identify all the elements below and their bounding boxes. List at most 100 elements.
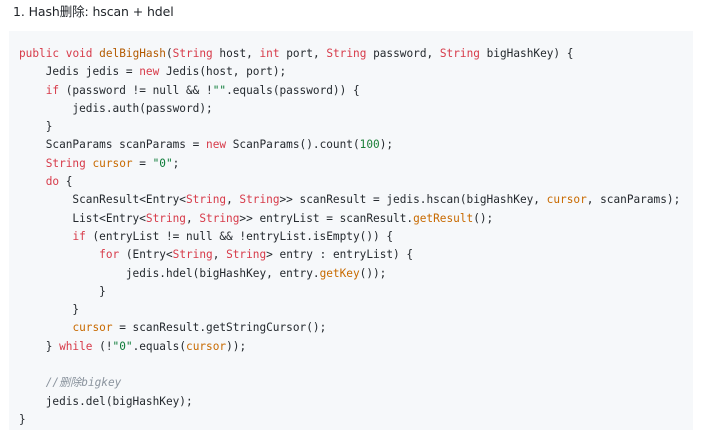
code-line: if (password != null && !"".equals(passw…: [19, 82, 680, 100]
code-text: .equals(: [132, 339, 187, 353]
code-text: }: [19, 303, 80, 317]
variable-token: cursor: [92, 156, 133, 170]
keyword-token: while: [59, 339, 93, 353]
string-literal-token: "": [212, 83, 227, 97]
code-text: >> entryList = scanResult.: [239, 211, 414, 225]
code-text: ScanResult<Entry<: [19, 193, 186, 207]
section-heading: 1. Hash删除: hscan + hdel: [13, 4, 174, 19]
code-line: } while (!"0".equals(cursor));: [19, 338, 680, 356]
code-line: if (entryList != null && !entryList.isEm…: [19, 228, 680, 246]
code-line: //删除bigkey: [19, 374, 680, 392]
comment-token: //删除bigkey: [45, 376, 122, 390]
string-literal-token: "0": [112, 339, 133, 353]
variable-token: cursor: [186, 339, 227, 353]
keyword-token: new: [139, 65, 160, 79]
code-line: }: [19, 411, 680, 429]
code-text: (entryList != null && !entryList.isEmpty…: [85, 229, 394, 243]
code-text: ();: [473, 211, 494, 225]
type-token: String: [45, 156, 86, 170]
type-token: String: [145, 211, 186, 225]
variable-token: cursor: [546, 193, 587, 207]
code-line: for (Entry<String, String> entry : entry…: [19, 246, 680, 264]
code-text: port,: [279, 47, 327, 60]
keyword-token: do: [45, 175, 60, 189]
code-text: host,: [212, 47, 260, 60]
code-text: ,: [226, 193, 240, 207]
code-text: .equals(password)) {: [226, 83, 360, 97]
code-listing: public void delBigHash(String host, int …: [19, 45, 680, 429]
code-text: ScanParams scanParams =: [19, 138, 207, 152]
code-text: jedis.auth(password);: [19, 101, 213, 115]
variable-token: cursor: [72, 321, 113, 335]
code-line: jedis.hdel(bigHashKey, entry.getKey());: [19, 265, 680, 283]
code-text: ;: [172, 156, 180, 170]
code-text: >> scanResult = jedis.hscan(bigHashKey,: [279, 193, 547, 207]
code-text: ScanParams().count(: [226, 138, 360, 152]
keyword-token: if: [45, 83, 60, 97]
code-text: =: [132, 156, 153, 170]
code-line: jedis.auth(password);: [19, 100, 680, 118]
keyword-token: if: [72, 229, 86, 243]
function-name-token: delBigHash: [99, 47, 166, 60]
code-text: Jedis(host, port);: [159, 65, 287, 79]
code-text: List<Entry<: [19, 211, 146, 225]
code-text: }: [19, 284, 106, 298]
type-token: String: [326, 47, 367, 60]
string-literal-token: "0": [152, 156, 173, 170]
code-text: jedis.del(bigHashKey);: [19, 394, 193, 408]
code-text: }: [19, 120, 53, 134]
code-line: }: [19, 301, 680, 319]
code-text: Jedis jedis =: [19, 65, 140, 79]
code-text: (: [165, 47, 173, 60]
type-token: String: [439, 47, 480, 60]
code-text: , scanParams);: [586, 193, 681, 207]
code-text: > entry : entryList) {: [266, 248, 414, 262]
keyword-token: void: [65, 47, 93, 60]
code-text: }: [19, 339, 60, 353]
code-text: bigHashKey) {: [479, 47, 574, 60]
keyword-token: for: [99, 248, 120, 262]
code-text: ,: [212, 248, 227, 262]
keyword-token: new: [206, 138, 227, 152]
code-text: ());: [359, 266, 387, 280]
type-token: int: [259, 47, 280, 60]
code-text: );: [379, 138, 394, 152]
code-line: List<Entry<String, String>> entryList = …: [19, 210, 680, 228]
code-line: Jedis jedis = new Jedis(host, port);: [19, 63, 680, 81]
code-text: password,: [366, 47, 440, 60]
code-text: = scanResult.getStringCursor();: [112, 321, 327, 335]
type-token: String: [239, 193, 280, 207]
code-block: public void delBigHash(String host, int …: [9, 31, 693, 430]
type-token: String: [172, 248, 213, 262]
code-text: jedis.hdel(bigHashKey, entry.: [19, 266, 320, 280]
code-text: (Entry<: [119, 248, 173, 262]
code-line: ScanParams scanParams = new ScanParams()…: [19, 136, 680, 154]
code-text: ));: [226, 339, 247, 353]
keyword-token: public: [19, 47, 60, 60]
variable-token: getKey: [319, 266, 360, 280]
code-text: (password != null && !: [59, 83, 213, 97]
code-line: public void delBigHash(String host, int …: [19, 45, 680, 63]
number-literal-token: 100: [359, 138, 380, 152]
code-text: ,: [185, 211, 200, 225]
code-text: {: [59, 175, 73, 189]
code-text: }: [19, 412, 26, 426]
code-line: String cursor = "0";: [19, 155, 680, 173]
type-token: String: [226, 248, 267, 262]
code-line: jedis.del(bigHashKey);: [19, 393, 680, 411]
type-token: String: [185, 193, 227, 207]
code-line: cursor = scanResult.getStringCursor();: [19, 319, 680, 337]
type-token: String: [199, 211, 240, 225]
code-text: (!: [92, 339, 113, 353]
variable-token: getResult: [413, 211, 474, 225]
code-line: do {: [19, 173, 680, 191]
